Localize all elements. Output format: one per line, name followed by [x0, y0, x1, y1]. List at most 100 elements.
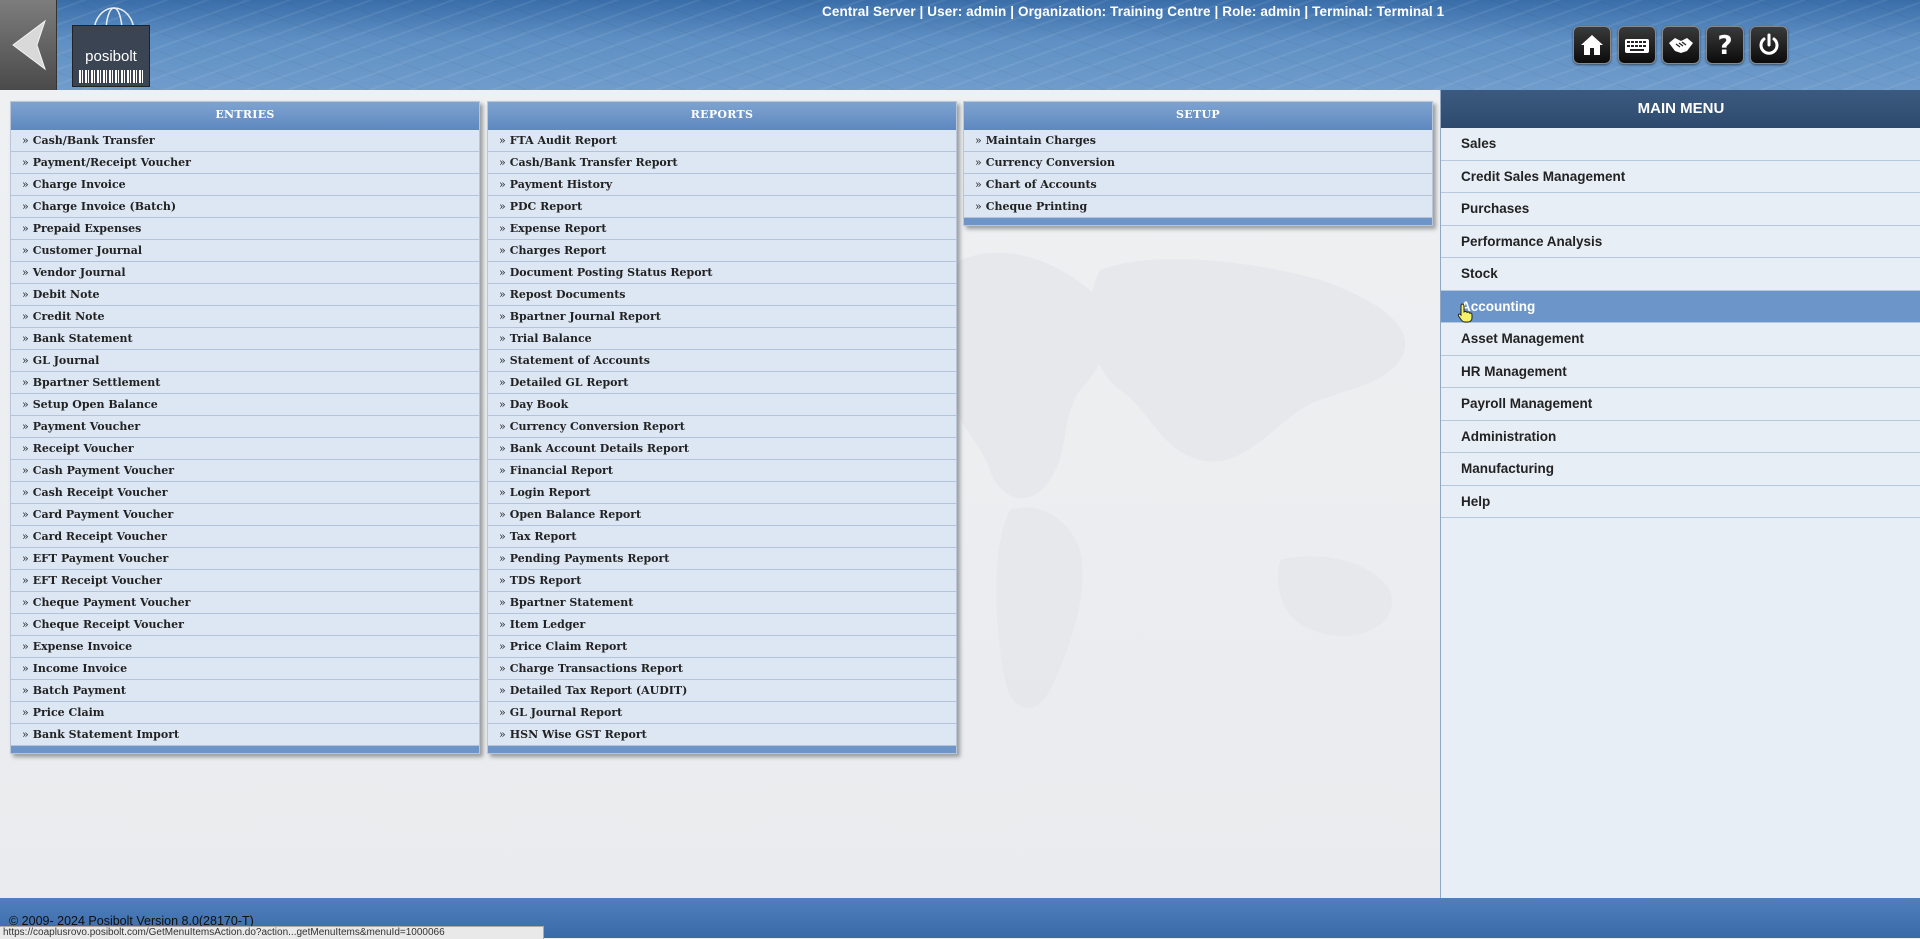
entries-item-receipt-voucher[interactable]: » Receipt Voucher: [11, 438, 479, 460]
reports-item-item-ledger[interactable]: » Item Ledger: [488, 614, 956, 636]
menu-item-help[interactable]: Help: [1441, 486, 1920, 518]
menu-item-payroll-management[interactable]: Payroll Management: [1441, 388, 1920, 421]
reports-item-tds-report[interactable]: » TDS Report: [488, 570, 956, 592]
menu-item-hr-management[interactable]: HR Management: [1441, 356, 1920, 388]
logout-button[interactable]: [1750, 26, 1788, 64]
browser-status-url: https://coaplusrovo.posibolt.com/GetMenu…: [0, 926, 544, 939]
entries-item-charge-invoice[interactable]: » Charge Invoice: [11, 174, 479, 196]
hand-cursor-icon: [1457, 302, 1473, 322]
menu-item-accounting[interactable]: Accounting: [1441, 290, 1920, 323]
keyboard-button[interactable]: [1618, 26, 1656, 64]
reports-item-charges-report[interactable]: » Charges Report: [488, 240, 956, 262]
entries-item-eft-receipt-voucher[interactable]: » EFT Receipt Voucher: [11, 570, 479, 592]
entries-item-bpartner-settlement[interactable]: » Bpartner Settlement: [11, 372, 479, 394]
svg-text:?: ?: [1717, 31, 1732, 59]
entries-panel-title: ENTRIES: [11, 102, 479, 130]
question-icon: ?: [1717, 31, 1732, 59]
reports-item-fta-audit-report[interactable]: » FTA Audit Report: [488, 130, 956, 152]
reports-item-financial-report[interactable]: » Financial Report: [488, 460, 956, 482]
reports-item-tax-report[interactable]: » Tax Report: [488, 526, 956, 548]
entries-item-vendor-journal[interactable]: » Vendor Journal: [11, 262, 479, 284]
reports-item-login-report[interactable]: » Login Report: [488, 482, 956, 504]
menu-item-administration[interactable]: Administration: [1441, 421, 1920, 453]
reports-item-document-posting-status-report[interactable]: » Document Posting Status Report: [488, 262, 956, 284]
reports-panel: REPORTS » FTA Audit Report » Cash/Bank Tra…: [487, 101, 957, 754]
entries-item-bank-statement-import[interactable]: » Bank Statement Import: [11, 724, 479, 746]
reports-item-charge-transactions-report[interactable]: » Charge Transactions Report: [488, 658, 956, 680]
entries-item-cash-receipt-voucher[interactable]: » Cash Receipt Voucher: [11, 482, 479, 504]
reports-item-detailed-tax-report-audit[interactable]: » Detailed Tax Report (AUDIT): [488, 680, 956, 702]
reports-item-price-claim-report[interactable]: » Price Claim Report: [488, 636, 956, 658]
reports-item-pending-payments-report[interactable]: » Pending Payments Report: [488, 548, 956, 570]
reports-item-detailed-gl-report[interactable]: » Detailed GL Report: [488, 372, 956, 394]
logo-text: posibolt: [85, 48, 137, 65]
entries-item-batch-payment[interactable]: » Batch Payment: [11, 680, 479, 702]
handshake-icon: [1669, 38, 1693, 53]
menu-item-manufacturing[interactable]: Manufacturing: [1441, 453, 1920, 486]
reports-item-statement-of-accounts[interactable]: » Statement of Accounts: [488, 350, 956, 372]
entries-item-eft-payment-voucher[interactable]: » EFT Payment Voucher: [11, 548, 479, 570]
entries-item-payment-receipt-voucher[interactable]: » Payment/Receipt Voucher: [11, 152, 479, 174]
menu-item-asset-management[interactable]: Asset Management: [1441, 323, 1920, 356]
entries-item-card-payment-voucher[interactable]: » Card Payment Voucher: [11, 504, 479, 526]
reports-item-payment-history[interactable]: » Payment History: [488, 174, 956, 196]
entries-item-card-receipt-voucher[interactable]: » Card Receipt Voucher: [11, 526, 479, 548]
entries-panel-footer: [11, 746, 479, 753]
entries-item-cheque-receipt-voucher[interactable]: » Cheque Receipt Voucher: [11, 614, 479, 636]
setup-item-maintain-charges[interactable]: » Maintain Charges: [964, 130, 1432, 152]
reports-item-trial-balance[interactable]: » Trial Balance: [488, 328, 956, 350]
setup-item-cheque-printing[interactable]: » Cheque Printing: [964, 196, 1432, 218]
reports-item-bpartner-statement[interactable]: » Bpartner Statement: [488, 592, 956, 614]
barcode-icon: [79, 70, 143, 83]
main-menu-title: MAIN MENU: [1441, 90, 1920, 128]
top-header: posibolt Central Server | User: admin | …: [0, 0, 1920, 90]
reports-item-pdc-report[interactable]: » PDC Report: [488, 196, 956, 218]
reports-item-currency-conversion-report[interactable]: » Currency Conversion Report: [488, 416, 956, 438]
power-icon: [1759, 33, 1779, 55]
reports-item-bank-account-details-report[interactable]: » Bank Account Details Report: [488, 438, 956, 460]
reports-item-hsn-wise-gst-report[interactable]: » HSN Wise GST Report: [488, 724, 956, 746]
entries-item-income-invoice[interactable]: » Income Invoice: [11, 658, 479, 680]
setup-panel: SETUP » Maintain Charges » Currency Conver…: [963, 101, 1433, 226]
reports-list: » FTA Audit Report » Cash/Bank Transfer Re…: [488, 130, 956, 746]
entries-item-gl-journal[interactable]: » GL Journal: [11, 350, 479, 372]
entries-item-expense-invoice[interactable]: » Expense Invoice: [11, 636, 479, 658]
back-button[interactable]: [0, 0, 57, 90]
setup-item-chart-of-accounts[interactable]: » Chart of Accounts: [964, 174, 1432, 196]
entries-list: » Cash/Bank Transfer » Payment/Receipt Vou…: [11, 130, 479, 746]
home-icon: [1581, 35, 1603, 55]
help-button[interactable]: ?: [1706, 26, 1744, 64]
home-button[interactable]: [1573, 26, 1611, 64]
entries-item-setup-open-balance[interactable]: » Setup Open Balance: [11, 394, 479, 416]
reports-item-open-balance-report[interactable]: » Open Balance Report: [488, 504, 956, 526]
setup-list: » Maintain Charges » Currency Conversion »…: [964, 130, 1432, 218]
menu-item-sales[interactable]: Sales: [1441, 128, 1920, 161]
session-info: Central Server | User: admin | Organizat…: [822, 4, 1445, 19]
entries-item-cheque-payment-voucher[interactable]: » Cheque Payment Voucher: [11, 592, 479, 614]
menu-item-purchases[interactable]: Purchases: [1441, 193, 1920, 226]
posibolt-logo[interactable]: posibolt: [72, 25, 150, 87]
reports-item-cash-bank-transfer-report[interactable]: » Cash/Bank Transfer Report: [488, 152, 956, 174]
menu-item-credit-sales-management[interactable]: Credit Sales Management: [1441, 161, 1920, 193]
entries-item-customer-journal[interactable]: » Customer Journal: [11, 240, 479, 262]
reports-item-repost-documents[interactable]: » Repost Documents: [488, 284, 956, 306]
handshake-button[interactable]: [1662, 26, 1700, 64]
entries-item-price-claim[interactable]: » Price Claim: [11, 702, 479, 724]
entries-item-cash-payment-voucher[interactable]: » Cash Payment Voucher: [11, 460, 479, 482]
reports-item-bpartner-journal-report[interactable]: » Bpartner Journal Report: [488, 306, 956, 328]
entries-item-debit-note[interactable]: » Debit Note: [11, 284, 479, 306]
back-arrow-icon: [12, 19, 46, 71]
main-menu-sidebar: MAIN MENU Sales Credit Sales Management …: [1440, 90, 1920, 898]
reports-item-gl-journal-report[interactable]: » GL Journal Report: [488, 702, 956, 724]
entries-item-prepaid-expenses[interactable]: » Prepaid Expenses: [11, 218, 479, 240]
menu-item-performance-analysis[interactable]: Performance Analysis: [1441, 226, 1920, 258]
entries-item-credit-note[interactable]: » Credit Note: [11, 306, 479, 328]
entries-item-cash-bank-transfer[interactable]: » Cash/Bank Transfer: [11, 130, 479, 152]
entries-item-charge-invoice-batch[interactable]: » Charge Invoice (Batch): [11, 196, 479, 218]
entries-item-payment-voucher[interactable]: » Payment Voucher: [11, 416, 479, 438]
reports-item-expense-report[interactable]: » Expense Report: [488, 218, 956, 240]
menu-item-stock[interactable]: Stock: [1441, 258, 1920, 291]
entries-item-bank-statement[interactable]: » Bank Statement: [11, 328, 479, 350]
reports-item-day-book[interactable]: » Day Book: [488, 394, 956, 416]
setup-item-currency-conversion[interactable]: » Currency Conversion: [964, 152, 1432, 174]
